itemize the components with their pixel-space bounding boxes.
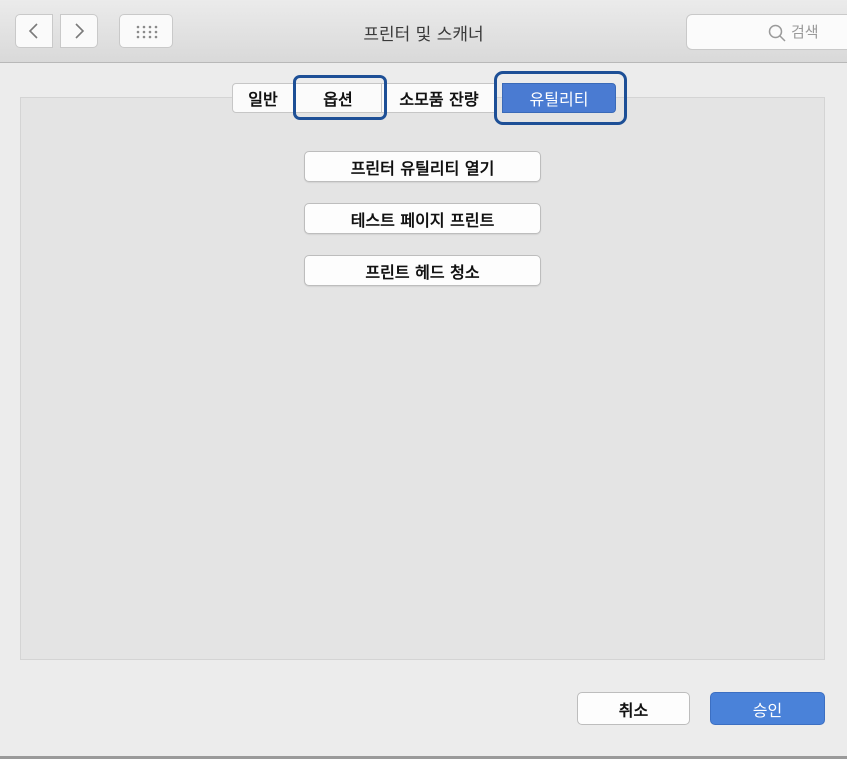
clean-print-head-button[interactable]: 프린트 헤드 청소 — [304, 255, 541, 286]
cancel-button[interactable]: 취소 — [577, 692, 690, 725]
tab-utility[interactable]: 유틸리티 — [502, 83, 616, 113]
search-field[interactable] — [686, 14, 847, 50]
search-input[interactable] — [791, 21, 847, 43]
tab-general[interactable]: 일반 — [232, 83, 294, 113]
search-icon — [768, 24, 786, 42]
tab-supply-levels[interactable]: 소모품 잔량 — [382, 83, 496, 113]
tab-options[interactable]: 옵션 — [294, 83, 382, 113]
ok-button[interactable]: 승인 — [710, 692, 825, 725]
open-printer-utility-button[interactable]: 프린터 유틸리티 열기 — [304, 151, 541, 182]
print-test-page-button[interactable]: 테스트 페이지 프린트 — [304, 203, 541, 234]
toolbar: 프린터 및 스캐너 — [0, 0, 847, 63]
